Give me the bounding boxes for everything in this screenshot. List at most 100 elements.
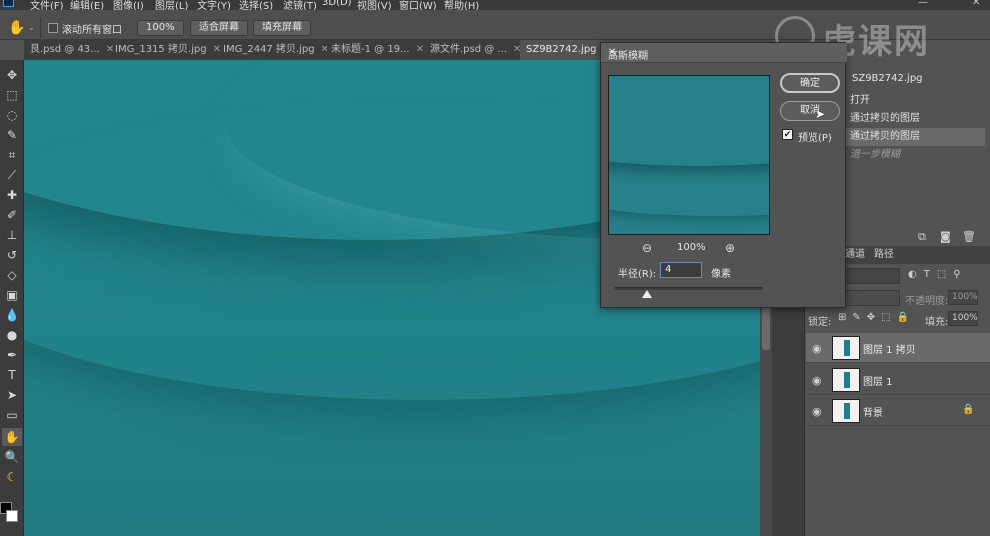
menu-layer[interactable]: 图层(L) — [155, 0, 188, 10]
layer-filter-icons[interactable]: ◐T⬚⚲ — [908, 269, 968, 280]
fill-input[interactable]: 100% — [948, 311, 978, 326]
zoom-in-icon[interactable]: ⊕ — [725, 241, 735, 255]
tab-document[interactable]: 未标题-1 @ 19... ✕ — [325, 40, 425, 60]
tab-document[interactable]: IMG_2447 拷贝.jpg ✕ — [217, 40, 327, 60]
tab-document[interactable]: 源文件.psd @ ... ✕ — [424, 40, 520, 60]
history-brush-icon[interactable]: ↺ — [2, 246, 22, 264]
tab-document[interactable]: 艮.psd @ 43... ✕ — [24, 40, 116, 60]
chevron-down-icon[interactable]: ⌄ — [28, 23, 35, 32]
lock-label: 锁定: — [808, 317, 832, 328]
tab-paths[interactable]: 路径 — [874, 247, 894, 263]
preview-checkbox[interactable]: ✔ — [782, 129, 793, 140]
menu-help[interactable]: 帮助(H) — [444, 0, 479, 10]
fill-screen-button[interactable]: 填充屏幕 — [253, 20, 311, 36]
blur-tool-icon[interactable]: 💧 — [2, 306, 22, 324]
new-snapshot-icon[interactable]: ⧉ — [918, 230, 926, 244]
eye-icon[interactable]: ◉ — [812, 374, 822, 387]
type-tool-icon[interactable]: T — [2, 366, 22, 384]
preview-fold — [609, 176, 769, 216]
close-icon[interactable]: ✕ — [608, 47, 841, 58]
zoom-tool-icon[interactable]: 🔍 — [2, 448, 22, 466]
tab-label: IMG_1315 拷贝.jpg — [115, 44, 207, 55]
hand-tool-icon[interactable]: ✋ — [8, 20, 25, 36]
eraser-tool-icon[interactable]: ◇ — [2, 266, 22, 284]
shape-tool-icon[interactable]: ▭ — [2, 406, 22, 424]
camera-icon[interactable]: ◙ — [940, 230, 951, 243]
tools-panel: ✥ ⬚ ◌ ✎ ⌗ ⟋ ✚ ✐ ⊥ ↺ ◇ ▣ 💧 ● ✒ T ➤ ▭ ✋ 🔍 … — [0, 60, 24, 536]
brush-tool-icon[interactable]: ✐ — [2, 206, 22, 224]
lock-options-icons[interactable]: ⊞✎✥⬚🔒 — [838, 312, 915, 323]
history-item-selected[interactable]: 通过拷贝的图层 — [845, 128, 985, 146]
menu-edit[interactable]: 编辑(E) — [70, 0, 104, 10]
tab-label: IMG_2447 拷贝.jpg — [223, 44, 315, 55]
minimize-icon[interactable]: — — [918, 0, 928, 8]
close-window-icon[interactable]: ✕ — [972, 0, 980, 8]
edit-toolbar-icon[interactable]: ☾ — [2, 468, 22, 486]
stamp-tool-icon[interactable]: ⊥ — [2, 226, 22, 244]
menu-window[interactable]: 窗口(W) — [399, 0, 437, 10]
healing-brush-icon[interactable]: ✚ — [2, 186, 22, 204]
eye-icon[interactable]: ◉ — [812, 342, 822, 355]
trash-icon[interactable]: 🗑 — [962, 230, 976, 243]
history-item[interactable]: 通过拷贝的图层 — [845, 110, 985, 128]
dodge-tool-icon[interactable]: ● — [2, 326, 22, 344]
ok-button[interactable]: 确定 — [780, 73, 840, 93]
background-color-swatch[interactable] — [6, 510, 18, 522]
eyedropper-tool-icon[interactable]: ⟋ — [2, 166, 22, 184]
menu-view[interactable]: 视图(V) — [357, 0, 392, 10]
blur-preview[interactable] — [608, 75, 770, 235]
quick-select-tool-icon[interactable]: ✎ — [2, 126, 22, 144]
gaussian-blur-dialog: 高斯模糊 ✕ ⊖ 100% ⊕ 半径(R): 4 像素 确定 取消 ✔ 预览(P… — [600, 42, 847, 308]
layer-row-selected[interactable]: ◉ 图层 1 拷贝 — [806, 333, 990, 363]
layer-filter-select[interactable] — [845, 268, 900, 284]
crop-tool-icon[interactable]: ⌗ — [2, 146, 22, 164]
opacity-label: 不透明度: — [905, 296, 949, 307]
eye-icon[interactable]: ◉ — [812, 405, 822, 418]
radius-input[interactable]: 4 — [660, 262, 702, 278]
unit-label: 像素 — [711, 269, 731, 280]
zoom-out-icon[interactable]: ⊖ — [642, 241, 652, 255]
tab-channels[interactable]: 通道 — [845, 247, 865, 263]
radius-slider-track[interactable] — [615, 287, 763, 290]
history-doc-name: SZ9B2742.jpg — [852, 73, 923, 84]
layer-row[interactable]: ◉ 图层 1 — [806, 365, 990, 395]
tab-label: 源文件.psd @ ... — [430, 44, 507, 55]
hand-tool-icon[interactable]: ✋ — [2, 428, 22, 446]
tab-document[interactable]: IMG_1315 拷贝.jpg ✕ — [109, 40, 221, 60]
opacity-input[interactable]: 100% — [948, 290, 978, 305]
layer-row[interactable]: ◉ 背景 🔒 — [806, 396, 990, 426]
close-icon[interactable]: ✕ — [513, 44, 520, 55]
layer-thumbnail — [832, 368, 860, 392]
menu-bar: 文件(F) 编辑(E) 图像(I) 图层(L) 文字(Y) 选择(S) 滤镜(T… — [0, 0, 990, 10]
history-item[interactable]: 打开 — [845, 92, 985, 110]
menu-image[interactable]: 图像(I) — [113, 0, 144, 10]
gradient-tool-icon[interactable]: ▣ — [2, 286, 22, 304]
menu-select[interactable]: 选择(S) — [239, 0, 273, 10]
radius-label: 半径(R): — [618, 269, 657, 280]
lasso-tool-icon[interactable]: ◌ — [2, 106, 22, 124]
layer-thumbnail — [832, 399, 860, 423]
radius-slider-thumb[interactable] — [642, 290, 653, 298]
layer-name: 图层 1 拷贝 — [863, 345, 916, 356]
path-select-tool-icon[interactable]: ➤ — [2, 386, 22, 404]
dialog-title-bar[interactable]: 高斯模糊 ✕ — [601, 43, 847, 63]
menu-type[interactable]: 文字(Y) — [197, 0, 231, 10]
divider — [40, 18, 41, 38]
move-tool-icon[interactable]: ✥ — [2, 66, 22, 84]
menu-3d[interactable]: 3D(D) — [322, 0, 352, 8]
layer-thumbnail — [832, 336, 860, 360]
marquee-tool-icon[interactable]: ⬚ — [2, 86, 22, 104]
zoom-100-button[interactable]: 100% — [137, 20, 184, 36]
fit-screen-button[interactable]: 适合屏幕 — [190, 20, 248, 36]
menu-file[interactable]: 文件(F) — [30, 0, 64, 10]
lock-icon: 🔒 — [962, 404, 975, 415]
preview-zoom-value: 100% — [677, 242, 706, 253]
pen-tool-icon[interactable]: ✒ — [2, 346, 22, 364]
blend-mode-select[interactable] — [845, 290, 900, 306]
menu-filter[interactable]: 滤镜(T) — [283, 0, 317, 10]
tab-label: 艮.psd @ 43... — [30, 44, 100, 55]
close-icon[interactable]: ✕ — [416, 44, 424, 55]
cancel-button[interactable]: 取消 — [780, 101, 840, 121]
history-item-undone[interactable]: 退一步模糊 — [845, 146, 985, 164]
scroll-all-checkbox[interactable] — [48, 23, 58, 33]
